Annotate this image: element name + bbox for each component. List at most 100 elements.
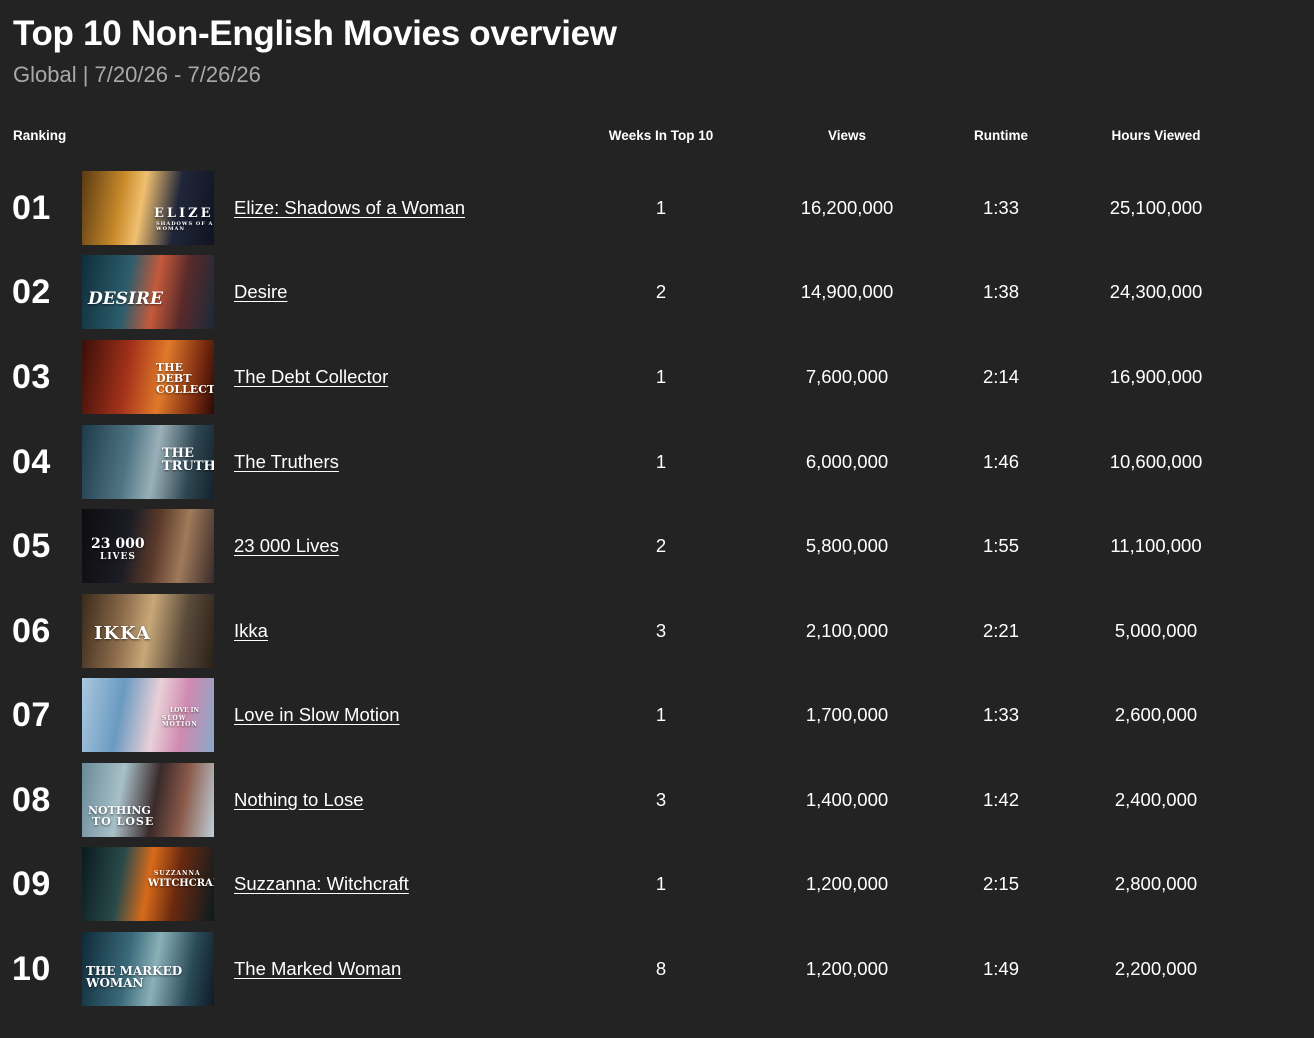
column-header-runtime: Runtime bbox=[974, 128, 1028, 143]
hours-viewed-value: 2,600,000 bbox=[1114, 704, 1198, 725]
movie-poster[interactable]: 23 000 LIVES bbox=[82, 509, 214, 583]
weeks-in-top10-value: 2 bbox=[655, 535, 667, 556]
movie-title-link[interactable]: Suzzanna: Witchcraft bbox=[234, 873, 409, 895]
table-row: 08 NOTHING TO LOSE Nothing to Lose 3 1,4… bbox=[0, 763, 1314, 839]
runtime-value: 2:21 bbox=[982, 620, 1020, 641]
poster-title-art: DESIRE bbox=[88, 289, 164, 309]
hours-viewed-value: 2,200,000 bbox=[1114, 958, 1198, 979]
movie-poster[interactable]: THE TRUTHERS bbox=[82, 425, 214, 499]
views-value: 2,100,000 bbox=[805, 620, 889, 641]
poster-title-art: IKKA bbox=[94, 623, 151, 644]
weeks-in-top10-value: 1 bbox=[655, 451, 667, 472]
runtime-value: 2:15 bbox=[982, 873, 1020, 894]
movie-poster[interactable]: NOTHING TO LOSE bbox=[82, 763, 214, 837]
rank-number: 05 bbox=[12, 527, 51, 565]
runtime-value: 1:33 bbox=[982, 197, 1020, 218]
movie-title-link[interactable]: The Truthers bbox=[234, 451, 339, 473]
poster-title-art: 23 000 bbox=[91, 536, 145, 552]
table-row: 10 THE MARKED WOMAN The Marked Woman 8 1… bbox=[0, 932, 1314, 1008]
runtime-value: 2:14 bbox=[982, 366, 1020, 387]
movie-poster[interactable]: THE MARKED WOMAN bbox=[82, 932, 214, 1006]
column-header-ranking: Ranking bbox=[13, 128, 67, 143]
rank-number: 10 bbox=[12, 950, 51, 988]
column-header-weeks: Weeks In Top 10 bbox=[608, 128, 714, 143]
poster-title-art: THE DEBT COLLECTOR bbox=[156, 361, 214, 396]
hours-viewed-value: 5,000,000 bbox=[1114, 620, 1198, 641]
column-header-views: Views bbox=[827, 128, 867, 143]
table-row: 09 WITCHCRAFT SUZZANNA Suzzanna: Witchcr… bbox=[0, 847, 1314, 923]
table-row: 03 THE DEBT COLLECTOR The Debt Collector… bbox=[0, 340, 1314, 416]
poster-subtitle-art: SHADOWS OF A WOMAN bbox=[156, 221, 214, 232]
rank-number: 09 bbox=[12, 865, 51, 903]
movie-title-link[interactable]: Elize: Shadows of a Woman bbox=[234, 197, 465, 219]
views-value: 14,900,000 bbox=[800, 281, 894, 302]
weeks-in-top10-value: 1 bbox=[655, 704, 667, 725]
movie-title-link[interactable]: Love in Slow Motion bbox=[234, 704, 400, 726]
movie-title-link[interactable]: Nothing to Lose bbox=[234, 789, 364, 811]
runtime-value: 1:42 bbox=[982, 789, 1020, 810]
table-row: 01 ELIZE SHADOWS OF A WOMAN Elize: Shado… bbox=[0, 171, 1314, 247]
table-row: 05 23 000 LIVES 23 000 Lives 2 5,800,000… bbox=[0, 509, 1314, 585]
table-row: 07 LOVE IN SLOW MOTION Love in Slow Moti… bbox=[0, 678, 1314, 754]
poster-subtitle-art: SUZZANNA bbox=[154, 870, 201, 877]
movie-poster[interactable]: DESIRE bbox=[82, 255, 214, 329]
runtime-value: 1:49 bbox=[982, 958, 1020, 979]
movie-poster[interactable]: LOVE IN SLOW MOTION bbox=[82, 678, 214, 752]
hours-viewed-value: 2,800,000 bbox=[1114, 873, 1198, 894]
weeks-in-top10-value: 1 bbox=[655, 197, 667, 218]
rank-number: 08 bbox=[12, 781, 51, 819]
poster-title-art: THE TRUTHERS bbox=[162, 446, 214, 474]
weeks-in-top10-value: 8 bbox=[655, 958, 667, 979]
runtime-value: 1:55 bbox=[982, 535, 1020, 556]
hours-viewed-value: 24,300,000 bbox=[1109, 281, 1203, 302]
views-value: 1,200,000 bbox=[805, 873, 889, 894]
views-value: 5,800,000 bbox=[805, 535, 889, 556]
movie-poster[interactable]: WITCHCRAFT SUZZANNA bbox=[82, 847, 214, 921]
rank-number: 04 bbox=[12, 443, 51, 481]
movie-poster[interactable]: ELIZE SHADOWS OF A WOMAN bbox=[82, 171, 214, 245]
movie-poster[interactable]: THE DEBT COLLECTOR bbox=[82, 340, 214, 414]
movie-title-link[interactable]: Ikka bbox=[234, 620, 268, 642]
rank-number: 06 bbox=[12, 612, 51, 650]
views-value: 1,700,000 bbox=[805, 704, 889, 725]
movie-poster[interactable]: IKKA bbox=[82, 594, 214, 668]
rank-number: 02 bbox=[12, 273, 51, 311]
hours-viewed-value: 2,400,000 bbox=[1114, 789, 1198, 810]
runtime-value: 1:38 bbox=[982, 281, 1020, 302]
poster-subtitle-art: SLOW MOTION bbox=[162, 715, 198, 728]
weeks-in-top10-value: 1 bbox=[655, 873, 667, 894]
table-row: 02 DESIRE Desire 2 14,900,000 1:38 24,30… bbox=[0, 255, 1314, 331]
weeks-in-top10-value: 3 bbox=[655, 620, 667, 641]
movie-title-link[interactable]: Desire bbox=[234, 281, 287, 303]
rank-number: 03 bbox=[12, 358, 51, 396]
views-value: 16,200,000 bbox=[800, 197, 894, 218]
views-value: 6,000,000 bbox=[805, 451, 889, 472]
rank-number: 01 bbox=[12, 189, 51, 227]
weeks-in-top10-value: 1 bbox=[655, 366, 667, 387]
page-title: Top 10 Non-English Movies overview bbox=[13, 14, 617, 53]
views-value: 1,400,000 bbox=[805, 789, 889, 810]
rank-number: 07 bbox=[12, 696, 51, 734]
weeks-in-top10-value: 3 bbox=[655, 789, 667, 810]
poster-title-art: ELIZE bbox=[154, 206, 214, 221]
hours-viewed-value: 16,900,000 bbox=[1109, 366, 1203, 387]
movie-title-link[interactable]: The Debt Collector bbox=[234, 366, 388, 388]
table-row: 04 THE TRUTHERS The Truthers 1 6,000,000… bbox=[0, 425, 1314, 501]
poster-title-art: THE MARKED WOMAN bbox=[86, 964, 183, 990]
poster-subtitle-art: TO LOSE bbox=[92, 815, 155, 828]
movie-title-link[interactable]: 23 000 Lives bbox=[234, 535, 339, 557]
hours-viewed-value: 10,600,000 bbox=[1109, 451, 1203, 472]
table-row: 06 IKKA Ikka 3 2,100,000 2:21 5,000,000 bbox=[0, 594, 1314, 670]
runtime-value: 1:46 bbox=[982, 451, 1020, 472]
movie-title-link[interactable]: The Marked Woman bbox=[234, 958, 401, 980]
column-header-hours-viewed: Hours Viewed bbox=[1111, 128, 1201, 143]
weeks-in-top10-value: 2 bbox=[655, 281, 667, 302]
views-value: 7,600,000 bbox=[805, 366, 889, 387]
poster-title-art: LOVE IN bbox=[170, 707, 199, 714]
poster-title-art: WITCHCRAFT bbox=[148, 878, 214, 889]
views-value: 1,200,000 bbox=[805, 958, 889, 979]
hours-viewed-value: 25,100,000 bbox=[1109, 197, 1203, 218]
hours-viewed-value: 11,100,000 bbox=[1110, 535, 1202, 556]
poster-subtitle-art: LIVES bbox=[100, 552, 136, 562]
page-subtitle: Global | 7/20/26 - 7/26/26 bbox=[13, 62, 261, 87]
